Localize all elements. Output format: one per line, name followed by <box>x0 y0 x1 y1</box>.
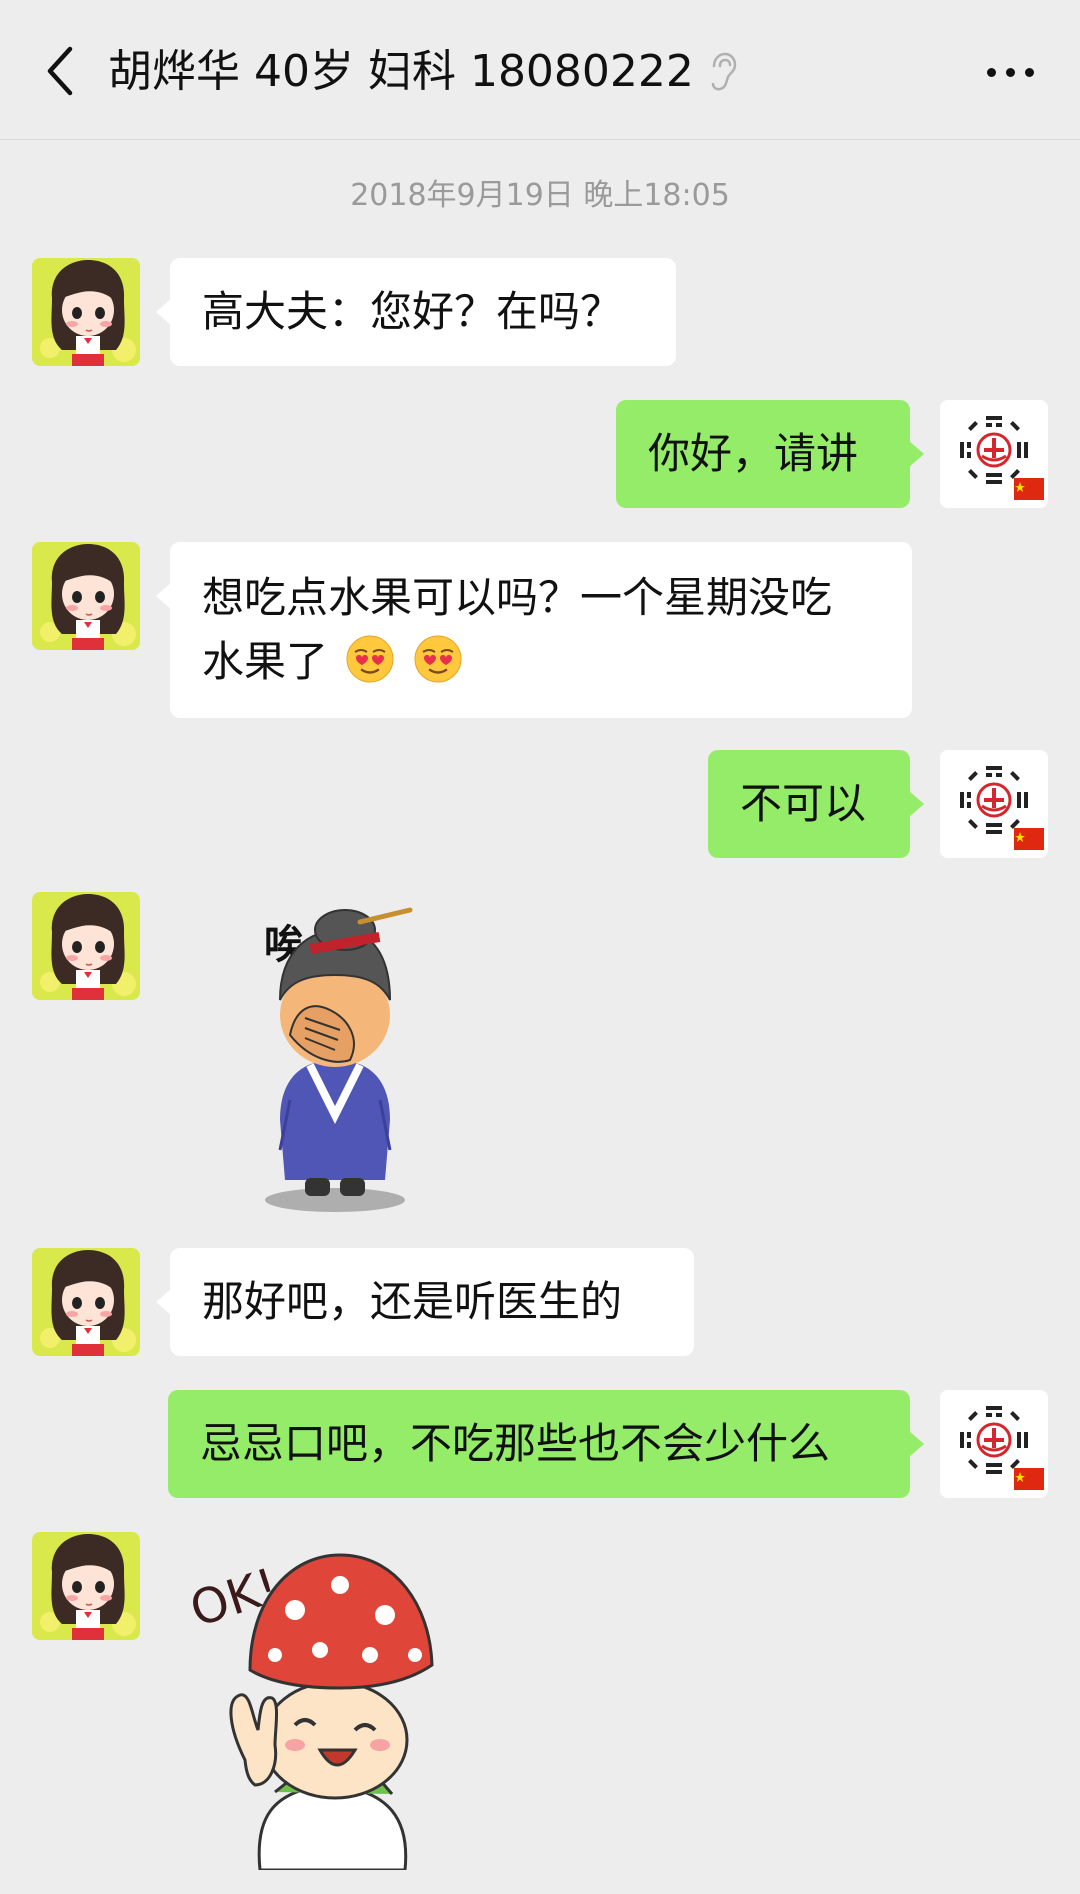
message-text: 你好，请讲 <box>648 429 859 478</box>
patient-avatar[interactable] <box>32 542 140 650</box>
message-text: 忌忌口吧，不吃那些也不会少什么 <box>200 1419 831 1468</box>
ear-icon <box>711 52 737 91</box>
more-dot <box>1024 67 1034 77</box>
patient-avatar[interactable] <box>32 1532 140 1640</box>
doctor-avatar[interactable] <box>940 750 1048 858</box>
chevron-left-icon <box>47 46 73 96</box>
patient-avatar[interactable] <box>32 258 140 366</box>
message-text: 水果了 <box>202 637 329 686</box>
heart-eyes-emoji-icon <box>346 634 395 684</box>
message-bubble[interactable]: 忌忌口吧，不吃那些也不会少什么 <box>168 1390 924 1498</box>
chat-header: 胡烨华 40岁 妇科 18080222 <box>0 0 1080 140</box>
patient-avatar[interactable] <box>32 892 140 1000</box>
sigh-sticker[interactable]: 唉~ <box>250 900 450 1220</box>
message-text: 不可以 <box>740 779 867 828</box>
doctor-avatar[interactable] <box>940 400 1048 508</box>
more-dot <box>1005 67 1015 77</box>
message-bubble[interactable]: 你好，请讲 <box>616 400 924 508</box>
message-text: 高大夫：您好？在吗？ <box>202 287 623 336</box>
back-button[interactable] <box>30 36 90 106</box>
more-button[interactable] <box>970 40 1050 104</box>
message-bubble[interactable]: 想吃点水果可以吗？一个星期没吃 水果了 <box>156 542 912 718</box>
ok-sticker[interactable]: OK! <box>180 1530 500 1870</box>
message-text-line2: 水果了 <box>202 630 880 694</box>
message-bubble[interactable]: 高大夫：您好？在吗？ <box>156 258 676 366</box>
sighing-scholar-illustration <box>265 907 413 1212</box>
more-dot <box>986 67 996 77</box>
message-bubble[interactable]: 不可以 <box>708 750 924 858</box>
patient-avatar[interactable] <box>32 1248 140 1356</box>
chat-title-text: 胡烨华 40岁 妇科 18080222 <box>108 46 694 97</box>
message-bubble[interactable]: 那好吧，还是听医生的 <box>156 1248 694 1356</box>
heart-eyes-emoji-icon <box>413 634 462 684</box>
message-timestamp: 2018年9月19日 晚上18:05 <box>350 178 730 213</box>
message-text: 想吃点水果可以吗？一个星期没吃 <box>202 573 833 622</box>
mushroom-kid-illustration <box>229 1553 434 1870</box>
message-text: 那好吧，还是听医生的 <box>202 1277 623 1326</box>
doctor-avatar[interactable] <box>940 1390 1048 1498</box>
chat-title: 胡烨华 40岁 妇科 18080222 <box>108 40 738 104</box>
